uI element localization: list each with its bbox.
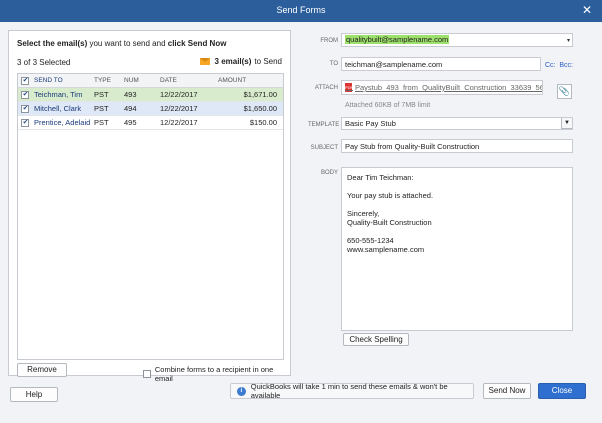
table-row[interactable]: Mitchell, Clark PST 494 12/22/2017 $1,65… (18, 102, 283, 116)
col-type[interactable]: TYPE (90, 77, 120, 84)
select-all-checkbox[interactable] (21, 76, 29, 85)
col-send-to[interactable]: SEND TO (32, 77, 90, 84)
row-checkbox[interactable] (21, 118, 29, 127)
close-button[interactable]: Close (538, 383, 586, 399)
email-list-panel: Select the email(s) you want to send and… (8, 30, 291, 383)
help-button[interactable]: Help (10, 387, 58, 402)
info-icon: i (237, 386, 246, 396)
info-banner: i QuickBooks will take 1 min to send the… (230, 382, 474, 400)
envelope-icon (199, 58, 210, 65)
cc-link[interactable]: Cc: (545, 62, 556, 69)
remove-button[interactable]: Remove (17, 363, 67, 377)
chevron-down-icon: ▾ (566, 38, 570, 44)
attach-label: ATTACH (314, 85, 338, 91)
cc-bcc-links: Cc: Bcc: (545, 62, 573, 69)
send-forms-window: Select the email(s) you want to send and… (0, 22, 602, 423)
check-spelling-button[interactable]: Check Spelling (343, 333, 409, 346)
subject-field[interactable]: Pay Stub from Quality-Built Construction (341, 139, 573, 153)
template-select[interactable]: Basic Pay Stub ▼ (341, 117, 573, 130)
attachment-item[interactable]: PDF Paystub_493_from_QualityBuilt_Constr… (341, 80, 543, 95)
chevron-down-icon[interactable]: ▼ (561, 118, 572, 129)
close-icon[interactable]: ✕ (582, 3, 592, 17)
send-now-button[interactable]: Send Now (483, 383, 531, 399)
to-field[interactable]: teichman@samplename.com (341, 57, 541, 71)
from-field[interactable]: qualitybuilt@samplename.com ▾ (341, 33, 573, 47)
table-row[interactable]: Teichman, Tim PST 493 12/22/2017 $1,671.… (18, 88, 283, 102)
template-label: TEMPLATE (308, 122, 340, 128)
attach-size-note: Attached 60KB of 7MB limit (345, 102, 431, 109)
email-count: 3 email(s) to Send (199, 57, 282, 66)
col-num[interactable]: NUM (120, 77, 156, 84)
list-heading: Select the email(s) you want to send and… (17, 39, 227, 48)
subject-label: SUBJECT (310, 145, 338, 151)
combine-forms-option[interactable]: Combine forms to a recipient in one emai… (143, 365, 290, 383)
body-label: BODY (320, 170, 338, 176)
combine-checkbox[interactable] (143, 370, 151, 378)
to-label: TO (329, 61, 338, 67)
title-bar: Send Forms ✕ (0, 0, 602, 22)
row-checkbox[interactable] (21, 104, 29, 113)
email-table: SEND TO TYPE NUM DATE AMOUNT Teichman, T… (17, 73, 284, 360)
col-date[interactable]: DATE (156, 77, 214, 84)
selected-count: 3 of 3 Selected (17, 58, 71, 67)
from-label: FROM (320, 38, 338, 44)
table-row[interactable]: Prentice, Adelaide PST 495 12/22/2017 $1… (18, 116, 283, 130)
col-amount[interactable]: AMOUNT (214, 77, 281, 84)
row-checkbox[interactable] (21, 90, 29, 99)
window-title: Send Forms (276, 5, 326, 15)
table-header: SEND TO TYPE NUM DATE AMOUNT (18, 74, 283, 88)
pdf-icon: PDF (345, 83, 353, 92)
paperclip-icon[interactable]: 📎 (557, 84, 572, 99)
body-textarea[interactable]: Dear Tim Teichman: Your pay stub is atta… (341, 167, 573, 331)
bcc-link[interactable]: Bcc: (559, 62, 573, 69)
